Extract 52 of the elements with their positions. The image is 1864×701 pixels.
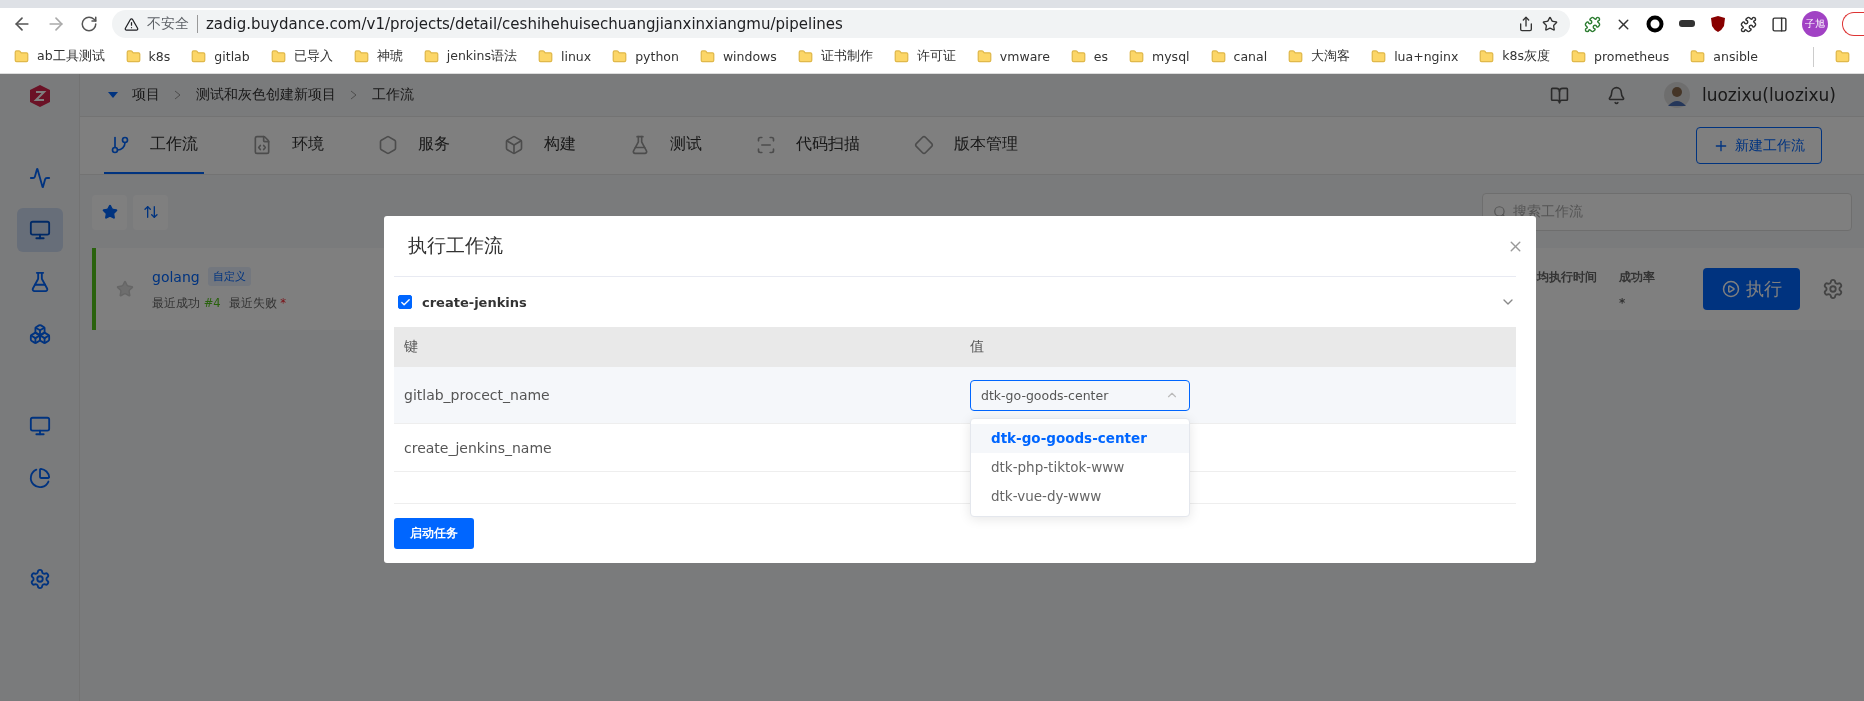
breadcrumb-item[interactable]: 工作流 xyxy=(372,86,414,104)
bookmark[interactable]: lua+nginx xyxy=(1371,49,1459,64)
dialog-title: 执行工作流 xyxy=(408,233,503,258)
job-name: create-jenkins xyxy=(422,294,527,310)
nav-tab[interactable]: 构建 xyxy=(498,117,582,174)
rate-label: 成功率 xyxy=(1619,268,1655,286)
breadcrumb-item[interactable]: 测试和灰色创建新项目 xyxy=(196,86,336,104)
param-key: create_jenkins_name xyxy=(404,439,970,456)
last-success-text: 最近成功 #4 xyxy=(152,296,221,311)
column-header: 值 xyxy=(970,338,985,356)
bookmark[interactable]: k8s灰度 xyxy=(1479,48,1551,65)
nav-tab[interactable]: 工作流 xyxy=(104,117,204,174)
rate-value: * xyxy=(1619,295,1627,310)
bookmark[interactable]: es xyxy=(1070,49,1109,64)
bookmark[interactable]: 已导入 xyxy=(270,48,333,65)
bookmark[interactable]: 证书制作 xyxy=(797,48,873,65)
user-name[interactable]: luozixu(luozixu) xyxy=(1701,85,1836,105)
bookmark[interactable]: 许可证 xyxy=(893,48,956,65)
nav-tab[interactable]: 服务 xyxy=(372,117,456,174)
duration-label: 均执行时间 xyxy=(1537,268,1597,286)
nav-tab[interactable]: 环境 xyxy=(246,117,330,174)
bookmark[interactable]: python xyxy=(612,49,679,64)
dropdown-option[interactable]: dtk-php-tiktok-www xyxy=(971,452,1189,482)
workflow-tag: 自定义 xyxy=(207,267,251,286)
bookmark[interactable]: vmware xyxy=(976,49,1050,64)
profile-avatar[interactable]: 子旭 xyxy=(1802,11,1828,37)
value-select[interactable]: dtk-go-goods-center xyxy=(970,379,1190,411)
bookmark[interactable]: mysql xyxy=(1129,49,1190,64)
url-text: zadig.buydance.com/v1/projects/detail/ceshihehuisechuangjianxinxiangmu/pipelines xyxy=(206,15,844,33)
bookmark[interactable]: gitlab xyxy=(191,49,250,64)
nav-tab[interactable]: 版本管理 xyxy=(908,117,1024,174)
bookmark[interactable]: 大淘客 xyxy=(1288,48,1351,65)
bookmark[interactable]: ab工具测试 xyxy=(14,48,105,65)
nav-tab[interactable]: 测试 xyxy=(624,117,708,174)
last-fail-text: 最近失败 * xyxy=(228,296,286,311)
nav-tab[interactable]: 代码扫描 xyxy=(750,117,866,174)
address-bar[interactable]: 不安全 zadig.buydance.com/v1/projects/detail/ceshihehuisechuangjianxinxiangmu/pipelines xyxy=(112,10,1570,38)
bookmark[interactable]: canal xyxy=(1210,49,1268,64)
bookmark[interactable]: linux xyxy=(537,49,592,64)
breadcrumb-item[interactable]: 项目 xyxy=(132,86,160,104)
param-key: gitlab_procect_name xyxy=(404,387,970,403)
bookmark[interactable]: jenkins语法 xyxy=(423,48,517,65)
dropdown-option[interactable]: dtk-go-goods-center xyxy=(971,423,1189,453)
start-task-button[interactable]: 启动任务 xyxy=(394,518,474,549)
insecure-label: 不安全 xyxy=(147,15,198,33)
dropdown-option[interactable]: dtk-vue-dy-www xyxy=(971,481,1189,511)
column-header: 键 xyxy=(404,338,419,356)
bookmark[interactable]: windows xyxy=(699,49,777,64)
bookmark[interactable]: k8s xyxy=(125,49,171,64)
bookmark[interactable]: 神琥 xyxy=(353,48,403,65)
bookmark[interactable]: ansible xyxy=(1690,49,1758,64)
bookmark[interactable]: prometheus xyxy=(1571,49,1670,64)
